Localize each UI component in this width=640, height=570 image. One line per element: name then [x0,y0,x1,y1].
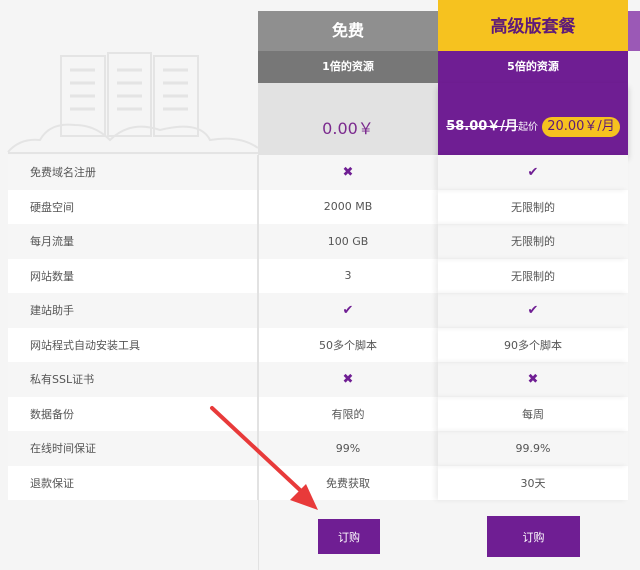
feature-row: 私有SSL证书 ✖ ✖ [8,362,628,397]
plan-pro-title: 高级版套餐 [438,0,628,51]
feature-label: 硬盘空间 [8,189,258,224]
server-cloud-illustration [7,52,258,154]
free-value: 99% [335,441,361,455]
feature-row: 网站数量 3 无限制的 [8,258,628,294]
pro-value: 30天 [438,466,628,501]
cross-icon: ✖ [438,362,628,397]
free-value: 2000 MB [323,200,373,214]
feature-table: 免费域名注册 ✖ ✔ 硬盘空间 2000 MB 无限制的 每月流量 100 GB 无限制的 网站数… [8,155,628,500]
feature-label: 私有SSL证书 [8,362,258,397]
feature-row: 每月流量 100 GB 无限制的 [8,224,628,259]
feature-label: 免费域名注册 [8,155,258,190]
feature-row: 硬盘空间 2000 MB 无限制的 [8,189,628,225]
new-price: 20.00￥/月 [542,117,620,137]
plan-free-subtitle: 1倍的资源 [258,51,438,83]
plan-pro-price-box: 58.00￥/月起价 20.00￥/月 [438,83,628,155]
feature-label: 每月流量 [8,224,258,259]
order-free-button[interactable]: 订购 [318,519,380,554]
plan-pro-subtitle: 5倍的资源 [438,51,628,83]
free-value: 免费获取 [326,476,370,490]
next-plan-edge [628,11,640,51]
pro-value: 无限制的 [438,224,628,259]
plan-free-title: 免费 [258,11,438,51]
feature-label: 数据备份 [8,396,258,431]
pro-value: 无限制的 [438,190,628,225]
check-icon: ✔ [438,155,628,190]
feature-label: 网站数量 [8,258,258,293]
old-price: 58.00￥/月 [446,119,519,134]
feature-row: 退款保证 免费获取 30天 [8,465,628,501]
pro-value: 99.9% [438,431,628,466]
divider [258,155,259,570]
free-value: 有限的 [331,407,365,421]
pro-value: 无限制的 [438,259,628,294]
cross-icon: ✖ [342,371,354,387]
feature-row: 免费域名注册 ✖ ✔ [8,155,628,190]
cross-icon: ✖ [342,164,354,180]
feature-label: 建站助手 [8,293,258,328]
order-pro-button[interactable]: 订购 [487,516,580,557]
pro-value: 每周 [438,397,628,432]
feature-row: 在线时间保证 99% 99.9% [8,431,628,466]
check-icon: ✔ [438,293,628,328]
feature-label: 网站程式自动安装工具 [8,327,258,362]
feature-row: 网站程式自动安装工具 50多个脚本 90多个脚本 [8,327,628,363]
plan-free-price: 0.00￥ [258,83,438,155]
from-label: 起价 [518,122,539,133]
feature-label: 在线时间保证 [8,431,258,466]
free-value: 3 [344,269,352,283]
free-value: 50多个脚本 [319,338,377,352]
feature-row: 数据备份 有限的 每周 [8,396,628,432]
feature-label: 退款保证 [8,465,258,500]
pro-value: 90多个脚本 [438,328,628,363]
feature-row: 建站助手 ✔ ✔ [8,293,628,328]
check-icon: ✔ [342,302,354,318]
free-value: 100 GB [327,234,369,248]
